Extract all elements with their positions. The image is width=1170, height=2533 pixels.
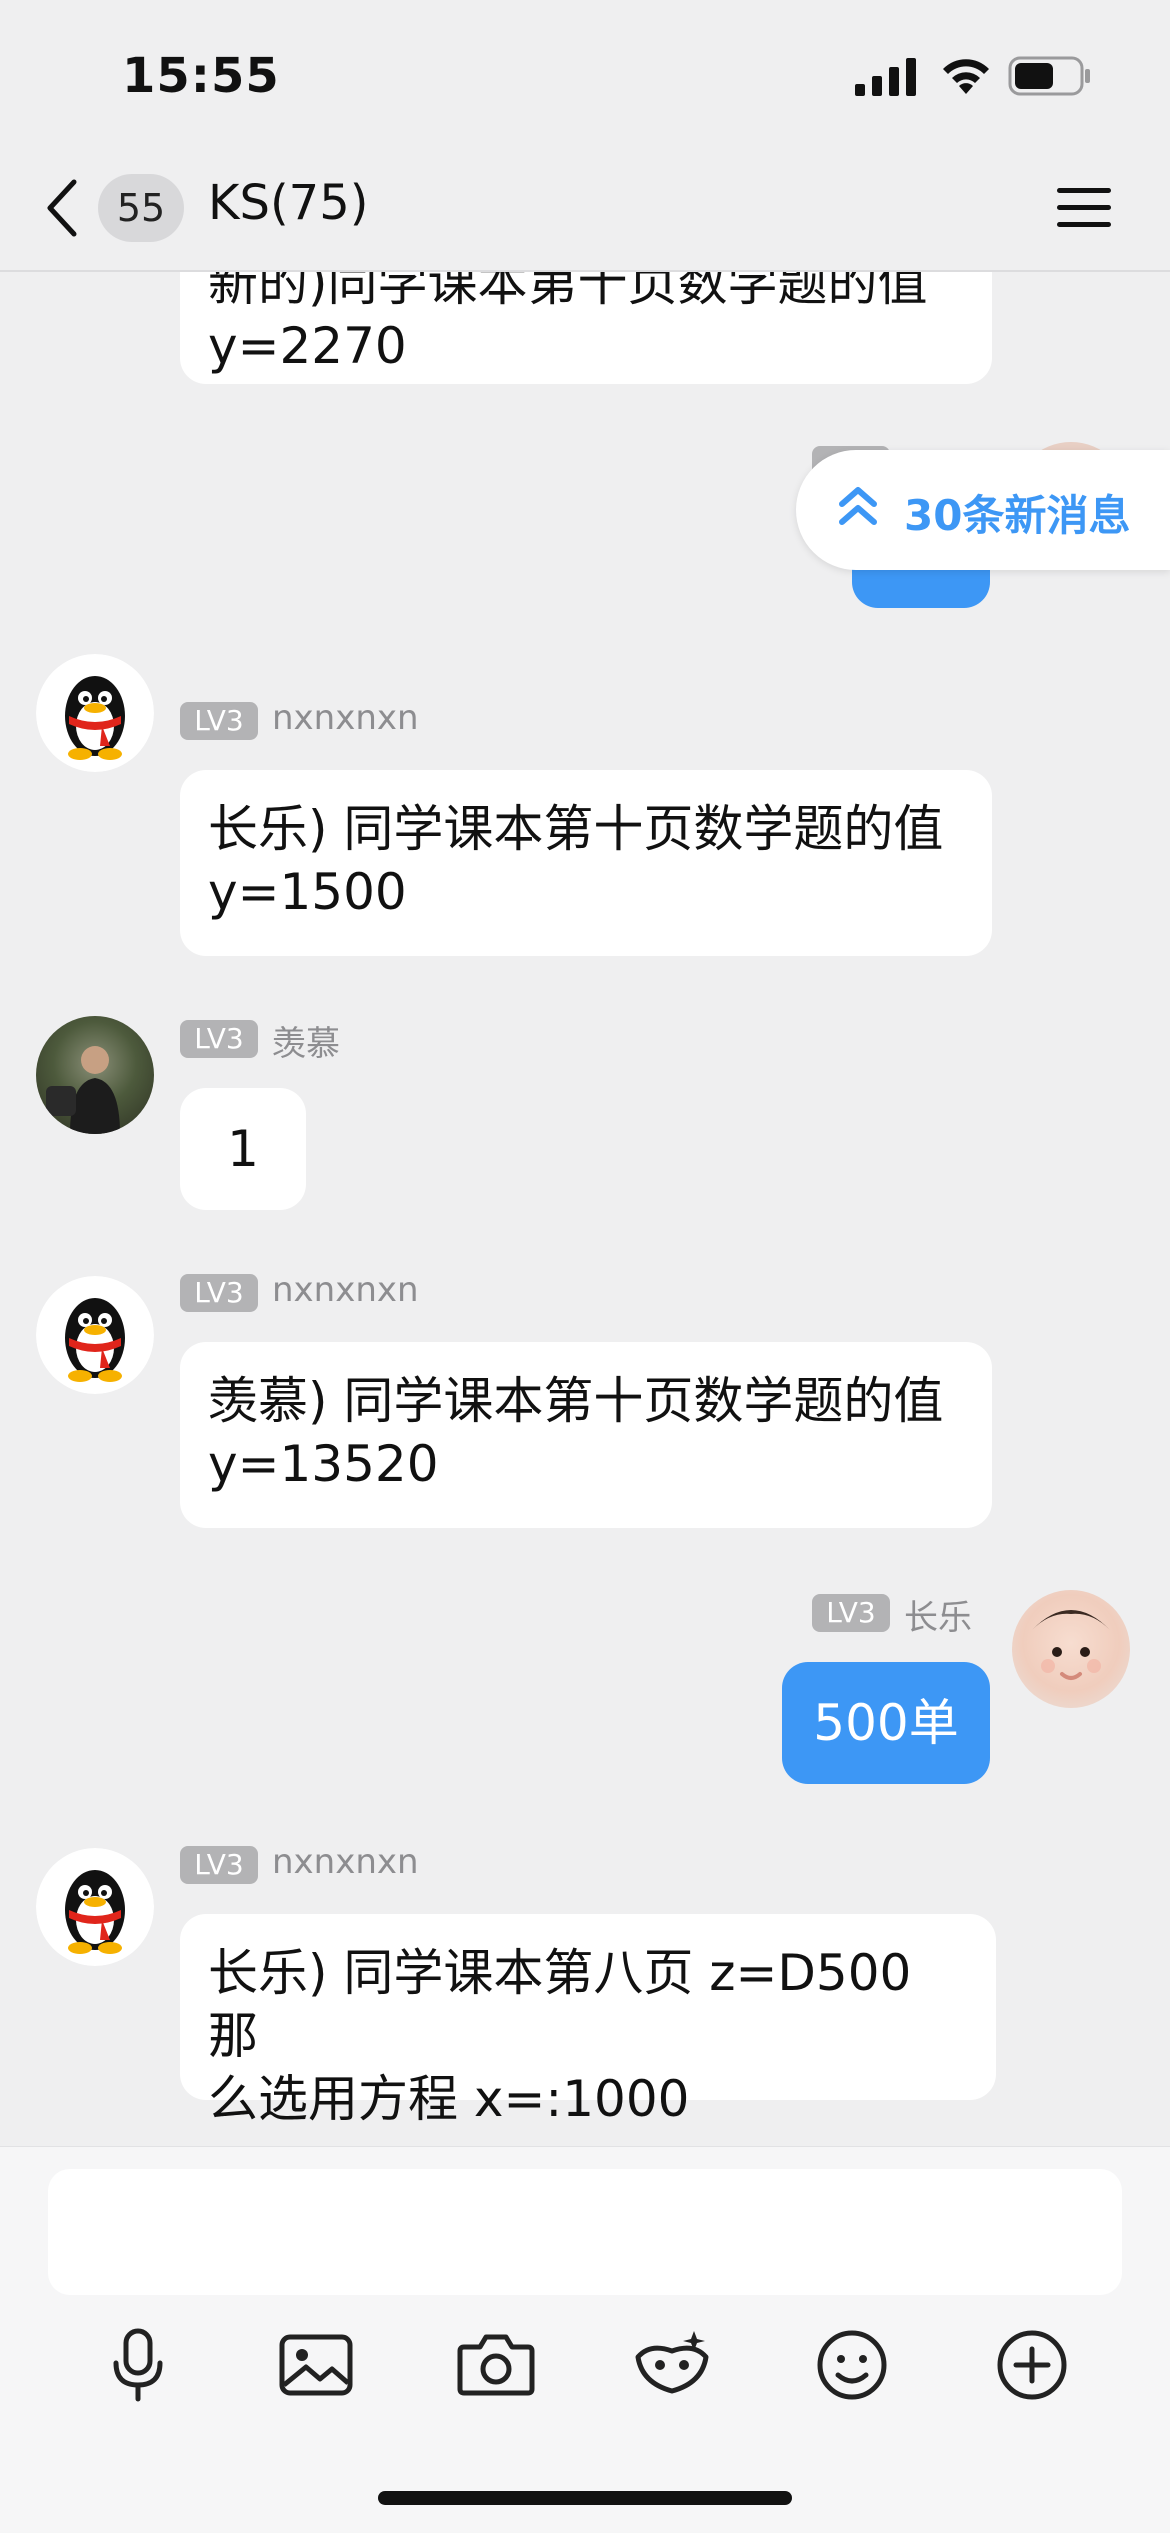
avatar-baby[interactable]: [1012, 1590, 1130, 1708]
level-badge: LV3: [180, 1846, 258, 1884]
avatar-qq-penguin[interactable]: [36, 1276, 154, 1394]
composer-bar: [0, 2146, 1170, 2533]
red-packet-icon[interactable]: [630, 2323, 714, 2407]
level-badge: LV3: [812, 1594, 890, 1632]
message-bubble[interactable]: 500单: [782, 1662, 990, 1784]
level-badge: LV3: [180, 702, 258, 740]
message-bubble[interactable]: 长乐) 同学课本第八页 z=D500 那 么选用方程 x=:1000: [180, 1914, 996, 2128]
message-input[interactable]: [48, 2169, 1122, 2295]
camera-icon[interactable]: [454, 2323, 538, 2407]
chat-header: 55 KS(75): [0, 150, 1170, 272]
message-bubble[interactable]: 长乐) 同学课本第十页数学题的值 y=1500: [180, 770, 992, 956]
home-indicator: [378, 2491, 792, 2505]
person-photo: [46, 1046, 120, 1134]
avatar-photo[interactable]: [36, 1016, 154, 1134]
status-time: 15:55: [122, 48, 280, 104]
back-chevron-icon[interactable]: [38, 176, 88, 240]
status-bar: 15:55: [0, 0, 1170, 150]
sender-name[interactable]: 羡慕: [272, 1016, 340, 1065]
chat-title: KS(75): [208, 175, 369, 231]
sender-name[interactable]: nxnxnxn: [272, 1270, 419, 1310]
baby-face: [1032, 1610, 1110, 1680]
microphone-icon[interactable]: [96, 2323, 180, 2407]
sender-name[interactable]: nxnxnxn: [272, 698, 419, 738]
avatar-qq-penguin[interactable]: [36, 1848, 154, 1966]
new-messages-button[interactable]: 30条新消息: [796, 450, 1170, 570]
message-bubble[interactable]: 新的)同学课本第十页数学题的值 y=2270: [180, 270, 992, 384]
message-bubble[interactable]: 羡慕) 同学课本第十页数学题的值 y=13520: [180, 1342, 992, 1528]
battery-icon: [1008, 56, 1090, 96]
penguin-icon: [36, 1276, 154, 1394]
plus-icon[interactable]: [990, 2323, 1074, 2407]
cellular-signal-icon: [855, 58, 916, 96]
avatar-qq-penguin[interactable]: [36, 654, 154, 772]
penguin-icon: [36, 654, 154, 772]
wifi-icon: [943, 59, 989, 94]
image-icon[interactable]: [274, 2323, 358, 2407]
level-badge: LV3: [180, 1274, 258, 1312]
level-badge: LV3: [180, 1020, 258, 1058]
double-chevron-up-icon: [839, 487, 877, 525]
emoji-icon[interactable]: [810, 2323, 894, 2407]
penguin-icon: [36, 1848, 154, 1966]
sender-name[interactable]: 长乐: [904, 1590, 972, 1639]
menu-icon[interactable]: [1055, 180, 1113, 236]
message-bubble[interactable]: 1: [180, 1088, 306, 1210]
sender-name[interactable]: nxnxnxn: [272, 1842, 419, 1882]
unread-count-badge[interactable]: 55: [98, 174, 184, 242]
new-messages-label: 30条新消息: [904, 491, 1131, 540]
